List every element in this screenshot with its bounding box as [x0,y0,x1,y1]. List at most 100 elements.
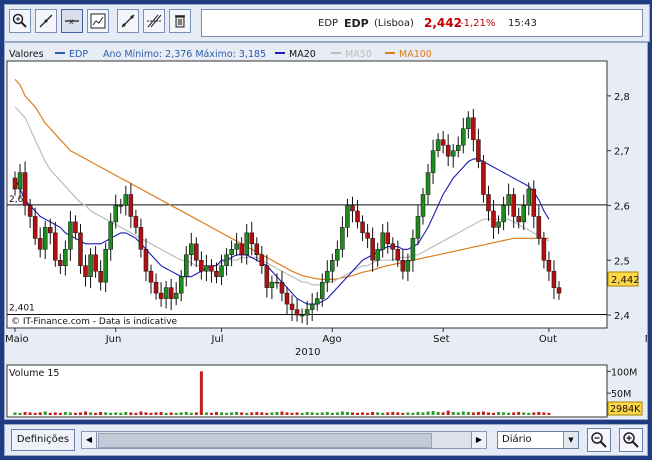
volume-bar [280,411,284,415]
ticker-name: EDP [344,17,369,30]
candle-body [360,221,365,234]
legend-symbol: EDP [69,49,88,60]
x-tick-label: Out [539,334,557,345]
candle-body [340,227,345,250]
volume-bar [461,411,465,415]
volume-bar [240,412,244,415]
candle-body [506,194,511,206]
candle-body [204,265,209,272]
volume-bar [416,411,420,415]
price-chart[interactable]: Valores EDP Ano Mínimo: 2,376 Máximo: 3,… [5,43,647,419]
volume-bar [340,411,344,415]
candle-body [254,243,260,256]
x-tick-label: Jun [105,334,122,345]
volume-bar [225,412,229,415]
crosshair-icon[interactable] [35,9,57,33]
volume-bar [149,412,153,415]
y-tick-label: 2,4 [614,311,630,322]
volume-bar [169,412,173,415]
candle-body [450,150,456,157]
x-axis-label: 2010 [295,347,320,358]
fibonacci-icon[interactable] [143,9,165,33]
candle-body [380,232,385,250]
candle-body [314,298,320,305]
candle-body [264,265,270,288]
candle-body [48,227,53,234]
candle-body [516,216,521,223]
candle-body [330,260,335,272]
volume-bar [502,412,506,415]
volume-bar [547,412,551,415]
volume-bar [330,412,334,415]
volume-bar [199,371,203,415]
period-select[interactable]: Diário ▼ [497,431,579,449]
volume-bar [441,412,445,415]
volume-bar [285,412,289,415]
candle-body [375,249,380,261]
volume-bar [275,411,279,415]
horizontal-line-icon[interactable]: x [61,9,83,33]
volume-bar [13,412,17,415]
volume-bar [350,412,354,415]
candle-body [440,139,446,146]
volume-bar [471,412,475,415]
chart-type-icon[interactable] [87,9,109,33]
candle-body [88,254,93,277]
legend-symbol-swatch [55,52,65,54]
level-low-label: 2,401 [9,303,35,313]
candle-body [163,287,169,299]
y-tick-label: 2,6 [614,201,630,212]
candle-body [299,314,305,317]
horizontal-scrollbar[interactable]: ◀ ▶ [81,431,487,449]
candle-body [53,232,58,261]
candle-body [420,194,426,217]
candle-body [63,249,68,266]
volume-bar [396,412,400,415]
volume-bar [381,412,385,415]
volume-bar [94,412,98,415]
trash-icon[interactable] [169,9,191,33]
volume-bar [446,410,450,415]
candle-body [526,188,532,206]
volume-bar [154,412,158,415]
candle-body [390,243,396,250]
chevron-down-icon[interactable]: ▼ [563,432,578,448]
scroll-thumb[interactable] [98,433,432,448]
volume-bar [250,412,254,415]
candle-body [289,303,295,310]
x-tick-label: Set [433,334,450,345]
trendline-icon[interactable] [117,9,139,33]
candle-body [496,221,501,228]
volume-bar [315,412,319,415]
zoom-in-icon[interactable] [9,9,31,33]
candle-body [435,139,441,151]
candle-body [103,249,108,283]
candle-body [194,243,199,261]
zoom-in-bottom-icon[interactable] [619,428,643,452]
volume-bar [174,412,178,415]
volume-bar [486,412,490,415]
legend-ma20: MA20 [289,49,316,60]
legend-ma50: MA50 [345,49,372,60]
candle-body [189,243,194,256]
candle-body [249,232,254,245]
scroll-left-icon[interactable]: ◀ [82,432,97,448]
volume-bar [270,412,274,415]
definicoes-button[interactable]: Definições [11,429,75,451]
volume-bar [290,412,294,415]
candle-body [158,292,164,299]
last-volume-label: 2984K [610,404,641,415]
volume-bar [139,411,143,415]
candle-body [415,216,421,239]
volume-bar [481,411,485,415]
zoom-out-icon[interactable] [587,428,611,452]
y-tick-label: 2,8 [614,92,630,103]
candle-body [22,172,28,206]
volume-bar [532,412,536,415]
volume-bar [406,412,410,415]
volume-plot-area [6,364,608,418]
candle-body [68,221,73,250]
candle-body [209,265,214,272]
scroll-right-icon[interactable]: ▶ [471,432,486,448]
candle-body [214,270,219,277]
